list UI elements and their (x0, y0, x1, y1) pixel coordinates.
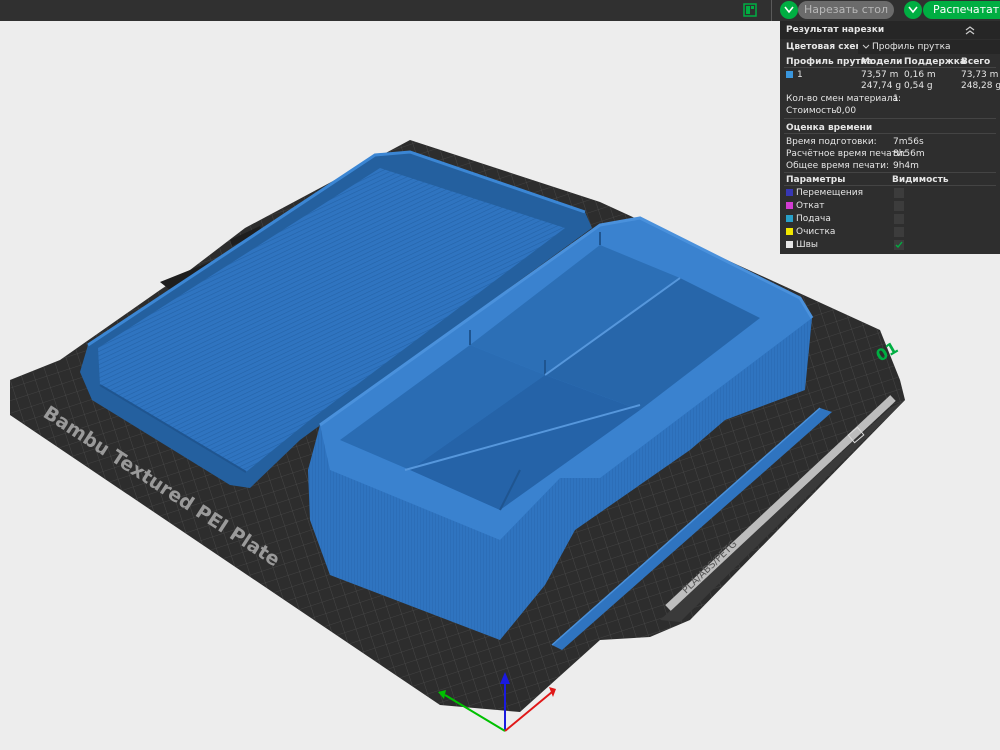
total-time-value: 9h4m (893, 161, 919, 171)
retract-visibility-checkbox[interactable] (894, 201, 904, 211)
divider (784, 185, 996, 186)
cost-value: 0,00 (836, 106, 857, 116)
col-support: Поддержка (904, 57, 966, 67)
col-filament: Профиль прутка (786, 57, 873, 67)
param-feed-label: Подача (796, 214, 831, 224)
filament-color-swatch (786, 71, 793, 78)
toolbar-separator (771, 0, 772, 21)
col-total: Всего (961, 57, 991, 67)
col-models: Модели (861, 57, 903, 67)
support-length: 0,16 m (904, 70, 936, 80)
print-options-button[interactable] (904, 1, 922, 19)
seams-visibility-checkbox[interactable] (894, 240, 904, 250)
wipe-visibility-checkbox[interactable] (894, 227, 904, 237)
travel-visibility-checkbox[interactable] (894, 188, 904, 198)
feed-color-swatch (786, 215, 793, 222)
calc-time-value: 8h56m (893, 149, 925, 159)
divider (784, 118, 996, 119)
total-length: 73,73 m (961, 70, 999, 80)
slice-plate-button[interactable]: Нарезать стол (798, 1, 894, 19)
color-scheme-label: Цветовая схема (786, 42, 869, 52)
param-seams-label: Швы (796, 240, 819, 250)
feed-visibility-checkbox[interactable] (894, 214, 904, 224)
support-weight: 0,54 g (904, 81, 933, 91)
color-scheme-value: Профиль прутка (872, 42, 951, 52)
calc-time-label: Расчётное время печати: (786, 149, 906, 159)
material-changes-label: Кол-во смен материала: (786, 94, 902, 104)
total-time-label: Общее время печати: (786, 161, 890, 171)
param-wipe-label: Очистка (796, 227, 836, 237)
plate-layout-icon[interactable] (743, 3, 757, 17)
print-plate-button[interactable]: Распечатать с (923, 1, 1000, 19)
total-weight: 248,28 g (961, 81, 1000, 91)
color-scheme-select[interactable]: Профиль прутка (858, 40, 1000, 54)
retract-color-swatch (786, 202, 793, 209)
divider (784, 172, 996, 173)
checkmark-icon (895, 241, 903, 249)
travel-color-swatch (786, 189, 793, 196)
time-title: Оценка времени (786, 123, 873, 133)
prep-time-label: Время подготовки: (786, 137, 877, 147)
divider (784, 67, 996, 68)
chevron-down-icon (908, 6, 918, 14)
wipe-color-swatch (786, 228, 793, 235)
params-header: Параметры (786, 175, 846, 185)
slice-options-button[interactable] (780, 1, 798, 19)
model-weight: 247,74 g (861, 81, 902, 91)
collapse-icon[interactable] (965, 26, 975, 35)
top-toolbar: Нарезать стол Распечатать с (0, 0, 1000, 21)
param-travel-label: Перемещения (796, 188, 864, 198)
chevron-down-icon (784, 6, 794, 14)
panel-title: Результат нарезки (786, 25, 885, 35)
chevron-down-icon (862, 44, 870, 49)
material-changes-value: 1 (893, 94, 899, 104)
visibility-header: Видимость (892, 175, 949, 185)
model-length: 73,57 m (861, 70, 899, 80)
cost-label: Стоимость: (786, 106, 840, 116)
filament-id: 1 (797, 70, 803, 80)
divider (784, 133, 996, 134)
prep-time-value: 7m56s (893, 137, 924, 147)
seams-color-swatch (786, 241, 793, 248)
param-retract-label: Откат (796, 201, 825, 211)
slice-result-panel: Результат нарезки Цветовая схема Профиль… (780, 21, 1000, 254)
